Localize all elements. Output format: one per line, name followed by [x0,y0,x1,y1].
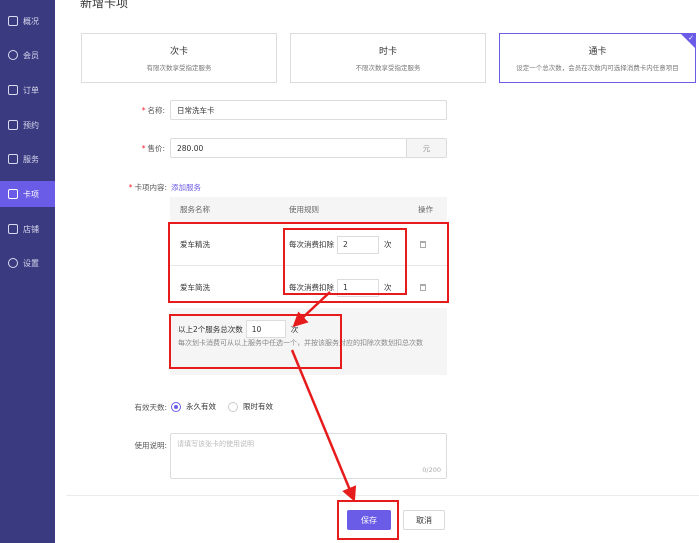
arrow-to-save [290,349,357,502]
annotation-arrows [290,291,357,502]
arrow-to-total [292,291,331,328]
